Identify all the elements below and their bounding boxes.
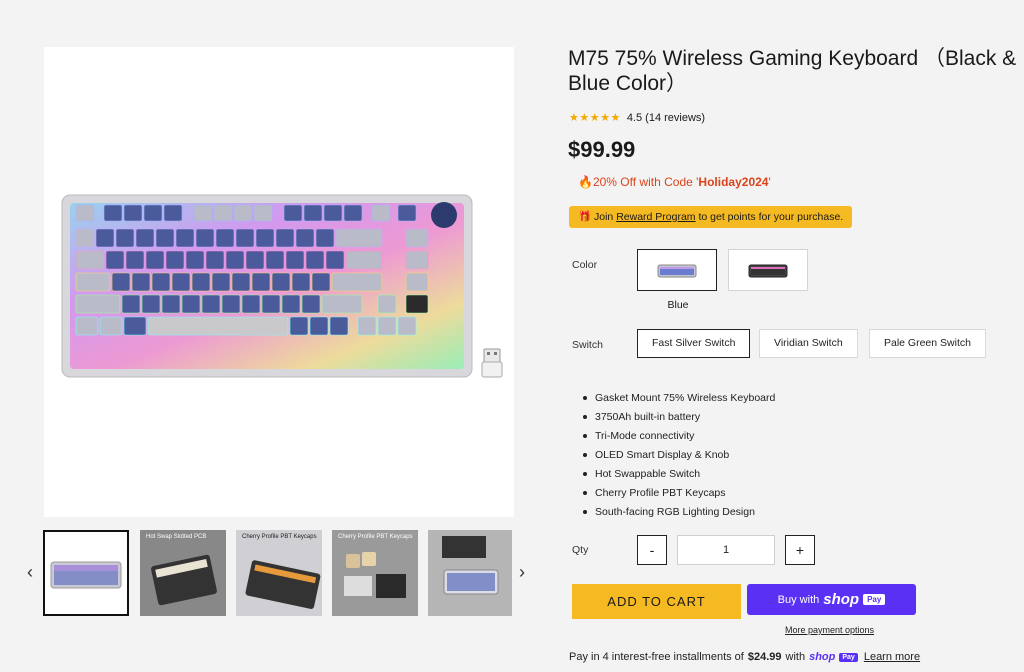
list-item: Gasket Mount 75% Wireless Keyboard xyxy=(582,391,775,410)
switch-option-viridian[interactable]: Viridian Switch xyxy=(759,329,858,358)
installments-info: Pay in 4 interest-free installments of $… xyxy=(569,651,920,663)
list-item: OLED Smart Display & Knob xyxy=(582,448,775,467)
thumbnail-1[interactable] xyxy=(43,530,129,616)
thumbnail-gallery: ‹ Hot Swap Slotted PCB Cherry Profile PB… xyxy=(0,528,540,620)
reward-prefix: Join xyxy=(594,211,617,223)
gift-icon: 🎁 xyxy=(578,211,592,223)
star-rating-icon: ★★★★★ xyxy=(569,112,621,124)
chevron-left-icon[interactable]: ‹ xyxy=(20,560,40,584)
desk-setup-image xyxy=(442,536,499,595)
buy-with-shop-pay-button[interactable]: Buy with shop Pay xyxy=(747,584,916,615)
shop-logo: shop xyxy=(809,651,836,663)
pay-badge: Pay xyxy=(839,652,858,662)
list-item: 3750Ah built-in battery xyxy=(582,410,775,429)
list-item: Cherry Profile PBT Keycaps xyxy=(582,486,775,505)
add-to-cart-button[interactable]: ADD TO CART xyxy=(572,584,741,619)
list-item: Tri-Mode connectivity xyxy=(582,429,775,448)
buy-with-text: Buy with xyxy=(777,593,820,606)
thumbnail-2[interactable]: Hot Swap Slotted PCB xyxy=(140,530,226,616)
switch-option-pale-green[interactable]: Pale Green Switch xyxy=(869,329,986,358)
keyboard-image xyxy=(61,194,473,378)
color-swatch-black[interactable] xyxy=(728,249,808,291)
rating[interactable]: ★★★★★ 4.5 (14 reviews) xyxy=(569,111,706,125)
qty-input[interactable] xyxy=(677,535,775,565)
qty-label: Qty xyxy=(572,544,589,556)
fire-icon: 🔥 xyxy=(578,175,593,189)
feature-list: Gasket Mount 75% Wireless Keyboard 3750A… xyxy=(582,391,775,524)
thumbnail-3[interactable]: Cherry Profile PBT Keycaps xyxy=(236,530,322,616)
more-payment-options-link[interactable]: More payment options xyxy=(785,625,874,635)
list-item: Hot Swappable Switch xyxy=(582,467,775,486)
reward-suffix: to get points for your purchase. xyxy=(695,211,844,223)
usb-dongle-image xyxy=(481,348,503,378)
qty-decrease-button[interactable]: - xyxy=(637,535,667,565)
promo-code: 🔥20% Off with Code 'Holiday2024' xyxy=(578,175,771,189)
learn-more-link[interactable]: Learn more xyxy=(864,651,920,663)
pay-badge: Pay xyxy=(863,594,886,605)
main-product-image[interactable] xyxy=(44,47,514,517)
pcb-image xyxy=(151,554,217,606)
thumbnail-caption: Cherry Profile PBT Keycaps xyxy=(242,534,317,540)
installments-with: with xyxy=(785,651,806,663)
shop-logo: shop xyxy=(823,591,860,608)
thumbnail-caption: Hot Swap Slotted PCB xyxy=(146,534,207,540)
thumbnail-5[interactable] xyxy=(428,530,512,616)
switch-option-fast-silver[interactable]: Fast Silver Switch xyxy=(637,329,751,358)
reward-banner: 🎁 Join Reward Program to get points for … xyxy=(569,206,853,228)
product-title: M75 75% Wireless Gaming Keyboard （Black … xyxy=(568,47,1017,95)
promo-prefix: 20% Off with Code ' xyxy=(592,175,699,189)
color-label: Color xyxy=(572,259,598,271)
product-page: ‹ Hot Swap Slotted PCB Cherry Profile PB… xyxy=(0,0,1024,672)
product-price: $99.99 xyxy=(568,137,636,162)
chevron-right-icon[interactable]: › xyxy=(512,560,532,584)
color-swatch-blue[interactable] xyxy=(637,249,717,291)
keyboard-swatch-icon xyxy=(657,264,697,278)
keyboard-swatch-icon xyxy=(748,264,788,278)
list-item: South-facing RGB Lighting Design xyxy=(582,505,775,524)
installment-amount: $24.99 xyxy=(747,651,782,663)
thumbnail-4[interactable]: Cherry Profile PBT Keycaps xyxy=(332,530,418,616)
qty-increase-button[interactable]: + xyxy=(785,535,815,565)
selected-color: Blue xyxy=(667,299,689,311)
switch-label: Switch xyxy=(572,339,603,351)
keycaps-image xyxy=(245,560,321,609)
thumbnail-caption: Cherry Profile PBT Keycaps xyxy=(338,534,413,540)
promo-code-value: Holiday2024 xyxy=(698,175,769,189)
thumbnail-keyboard-icon xyxy=(50,561,122,589)
reward-program-link[interactable]: Reward Program xyxy=(616,211,695,223)
switches-image xyxy=(344,552,406,598)
promo-suffix: ' xyxy=(768,175,771,189)
rating-text: 4.5 (14 reviews) xyxy=(626,111,706,124)
installments-prefix: Pay in 4 interest-free installments of xyxy=(569,651,744,663)
